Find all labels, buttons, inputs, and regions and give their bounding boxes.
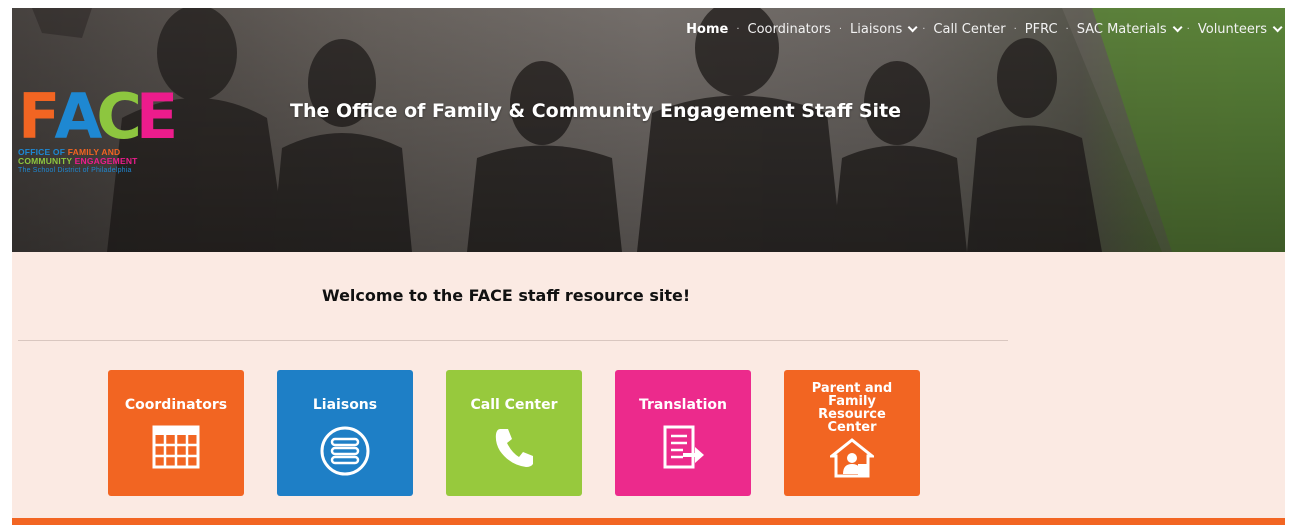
logo-letter-f: F xyxy=(18,80,60,153)
main-content: Welcome to the FACE staff resource site!… xyxy=(12,252,1285,518)
tile-coordinators[interactable]: Coordinators xyxy=(108,370,244,496)
nav-item-label: Volunteers xyxy=(1197,22,1267,37)
list-circle-icon xyxy=(319,425,371,477)
tile-parent-family-resource-center[interactable]: Parent and Family Resource Center xyxy=(784,370,920,496)
logo-line-2: COMMUNITY ENGAGEMENT xyxy=(18,157,178,166)
tile-label: Translation xyxy=(639,397,727,413)
nav-item-label: PFRC xyxy=(1024,22,1058,37)
nav-item-sac-materials[interactable]: SAC Materials xyxy=(1076,22,1183,37)
nav-item-call-center[interactable]: Call Center xyxy=(933,22,1005,37)
nav-separator: · xyxy=(838,24,843,35)
nav-item-pfrc[interactable]: PFRC xyxy=(1025,22,1058,37)
nav-item-liaisons[interactable]: Liaisons xyxy=(850,22,918,37)
tile-liaisons[interactable]: Liaisons xyxy=(277,370,413,496)
hero-title: The Office of Family & Community Engagem… xyxy=(290,100,902,122)
page: F A C E OFFICE OF FAMILY AND COMMUNITY E… xyxy=(0,0,1289,525)
nav-separator: · xyxy=(1013,24,1017,35)
nav-item-label: Home xyxy=(686,22,729,37)
chevron-down-icon xyxy=(907,22,918,33)
tile-call-center[interactable]: Call Center xyxy=(446,370,582,496)
house-person-icon xyxy=(830,438,874,478)
document-arrow-icon xyxy=(661,425,705,471)
tile-translation[interactable]: Translation xyxy=(615,370,751,496)
nav-item-volunteers[interactable]: Volunteers xyxy=(1197,22,1283,37)
logo-letter-e: E xyxy=(135,80,178,153)
logo-line-3: The School District of Philadelphia xyxy=(18,167,132,174)
nav-separator: · xyxy=(1065,24,1069,35)
tile-label: Coordinators xyxy=(124,397,228,413)
tile-label: Liaisons xyxy=(312,397,378,413)
main-nav: Home · Coordinators · Liaisons · Call Ce… xyxy=(686,22,1283,37)
nav-item-label: Liaisons xyxy=(850,22,903,37)
nav-item-label: Coordinators xyxy=(747,22,831,37)
nav-item-home[interactable]: Home xyxy=(686,22,728,37)
logo-line-2b: ENGAGEMENT xyxy=(74,156,138,166)
phone-icon xyxy=(492,425,536,469)
nav-item-label: SAC Materials xyxy=(1076,22,1167,37)
tile-label: Call Center xyxy=(470,397,558,413)
chevron-down-icon xyxy=(1172,22,1183,33)
face-logo: F A C E OFFICE OF FAMILY AND COMMUNITY E… xyxy=(18,86,178,178)
welcome-heading: Welcome to the FACE staff resource site! xyxy=(322,286,691,305)
footer-accent-bar xyxy=(12,518,1285,525)
hero-overlay xyxy=(12,8,1285,252)
nav-separator: · xyxy=(736,24,740,35)
logo-letter-c: C xyxy=(96,80,141,153)
logo-letter-a: A xyxy=(54,80,102,153)
calendar-grid-icon xyxy=(152,425,200,469)
hero-banner: F A C E OFFICE OF FAMILY AND COMMUNITY E… xyxy=(12,8,1285,252)
nav-separator: · xyxy=(922,24,926,35)
nav-item-label: Call Center xyxy=(933,22,1006,37)
tile-label: Parent and Family Resource Center xyxy=(811,381,893,435)
logo-letters: F A C E xyxy=(18,86,178,148)
nav-item-coordinators[interactable]: Coordinators xyxy=(748,22,831,37)
nav-separator: · xyxy=(1186,24,1190,35)
logo-line-2a: COMMUNITY xyxy=(18,156,75,166)
content-divider xyxy=(18,340,1008,341)
